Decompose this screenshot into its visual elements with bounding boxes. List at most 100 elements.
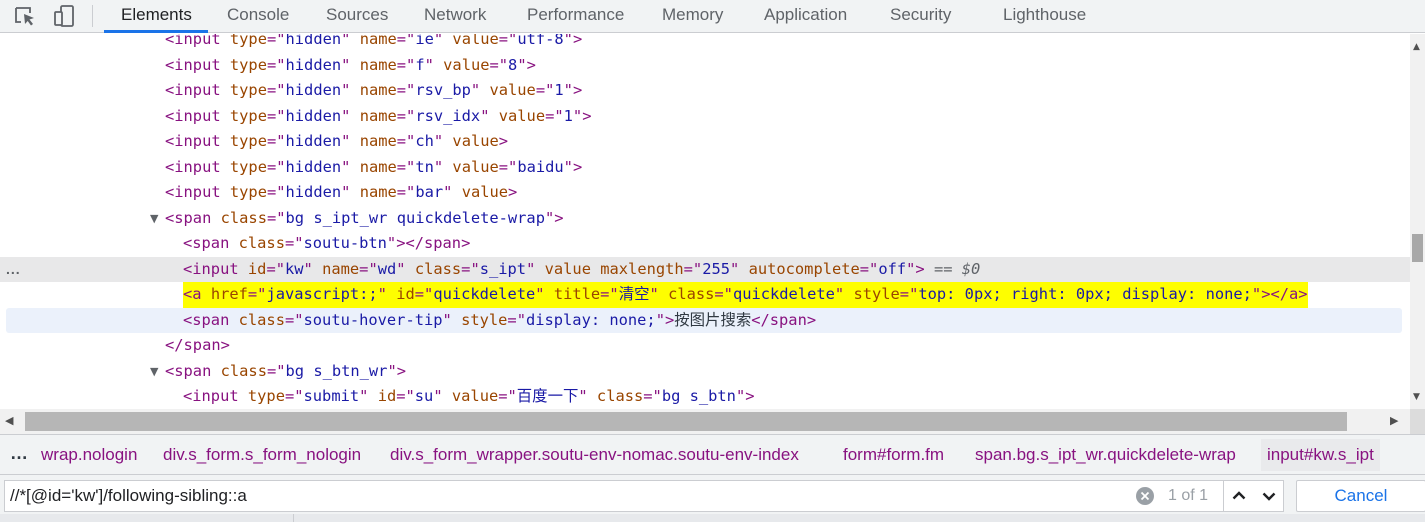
tag-token: <input	[165, 81, 221, 99]
scroll-right-icon[interactable]: ▶	[1390, 414, 1398, 427]
dom-node-row[interactable]: </span>	[0, 333, 1410, 359]
attr-name-token: id	[247, 259, 267, 278]
punct-token: ="	[396, 183, 416, 201]
vertical-scrollbar[interactable]: ▲ ▼	[1410, 34, 1425, 409]
horizontal-scroll-thumb[interactable]	[25, 412, 1347, 431]
attr-name-token: type	[229, 183, 267, 201]
punct-token: ="	[284, 310, 304, 329]
inspect-element-icon[interactable]	[12, 4, 38, 28]
attr-value-token: rsv_bp	[415, 81, 471, 99]
breadcrumb-item[interactable]: div.s_form.s_form_nologin	[163, 445, 361, 465]
dom-node-row[interactable]: <span class="soutu-btn"></span>	[0, 231, 1410, 257]
attr-name-token: class	[596, 387, 644, 405]
expand-triangle-icon[interactable]: ▼	[150, 359, 158, 385]
attr-value-token: javascript:;	[266, 285, 378, 303]
tab-network[interactable]: Network	[424, 0, 486, 33]
attr-value-token: hidden	[285, 132, 342, 150]
tab-sources[interactable]: Sources	[326, 0, 388, 33]
devtools-tab-bar: Elements Console Sources Network Perform…	[0, 0, 1425, 33]
punct-token: "	[341, 34, 351, 48]
breadcrumb-item[interactable]: form#form.fm	[843, 445, 944, 465]
tab-performance[interactable]: Performance	[527, 0, 624, 33]
dom-node-row[interactable]: <input type="hidden" name="f" value="8">	[0, 53, 1410, 79]
attr-value-token: f	[415, 55, 425, 74]
vertical-scroll-thumb[interactable]	[1412, 234, 1423, 262]
chevron-up-icon[interactable]	[1224, 481, 1254, 511]
tab-console[interactable]: Console	[227, 0, 289, 33]
punct-token: "	[563, 34, 573, 48]
toolbar-separator	[92, 5, 93, 27]
device-toolbar-icon[interactable]	[52, 4, 78, 28]
dom-node-row[interactable]: <input type="submit" id="su" value="百度一下…	[0, 384, 1410, 409]
tag-token: <input	[165, 157, 221, 176]
breadcrumb-item[interactable]: div.s_form_wrapper.soutu-env-nomac.soutu…	[390, 445, 799, 465]
dom-node-row[interactable]: ▼ <span class="bg s_ipt_wr quickdelete-wr…	[0, 206, 1410, 232]
attr-name-token: type	[229, 157, 267, 176]
cancel-button[interactable]: Cancel	[1296, 480, 1425, 512]
punct-token: ="	[266, 157, 286, 176]
dom-node-row[interactable]: <input type="hidden" name="ie" value="ut…	[0, 34, 1410, 53]
punct-token: ="	[498, 157, 518, 176]
tab-memory[interactable]: Memory	[662, 0, 723, 33]
punct-token: "	[834, 285, 845, 303]
punct-token: ="	[266, 34, 286, 48]
dom-node-row-highlighted[interactable]: <a href="javascript:;" id="quickdelete" …	[0, 282, 1410, 308]
attr-name-token: class	[238, 310, 285, 329]
dom-node-row[interactable]: <input type="hidden" name="rsv_idx" valu…	[0, 104, 1410, 130]
punct-token: "	[526, 259, 536, 278]
dom-node-markup: <input type="hidden" name="ie" value="ut…	[165, 34, 582, 53]
breadcrumb-item[interactable]: wrap.nologin	[41, 445, 137, 465]
dom-node-row[interactable]: <input type="hidden" name="bar" value>	[0, 180, 1410, 206]
attr-value-token: ie	[415, 34, 434, 48]
dom-node-row[interactable]: <input type="hidden" name="ch" value>	[0, 129, 1410, 155]
dom-node-row[interactable]: <input type="hidden" name="rsv_bp" value…	[0, 78, 1410, 104]
scroll-down-icon[interactable]: ▼	[1413, 392, 1420, 402]
dom-node-row[interactable]: <input type="hidden" name="tn" value="ba…	[0, 155, 1410, 181]
dom-tree[interactable]: <input type="hidden" name="ie" value="ut…	[0, 34, 1410, 409]
expand-triangle-icon[interactable]: ▼	[150, 206, 158, 232]
scroll-up-icon[interactable]: ▲	[1413, 42, 1420, 52]
console-ref-token: $0	[961, 259, 981, 278]
attr-value-token: hidden	[285, 81, 342, 99]
attr-name-token: class	[220, 361, 267, 380]
dom-node-markup: <input type="hidden" name="ch" value>	[165, 129, 508, 155]
attr-value-token: hidden	[285, 183, 342, 201]
punct-token: ="	[266, 106, 286, 125]
tab-security[interactable]: Security	[890, 0, 951, 33]
chevron-down-icon[interactable]	[1254, 481, 1284, 511]
attr-value-token: soutu-hover-tip	[303, 310, 443, 329]
dom-node-markup: <input id="kw" name="wd" class="s_ipt" v…	[183, 257, 980, 283]
attr-value-token: su	[414, 387, 434, 405]
scroll-left-icon[interactable]: ◀	[5, 414, 13, 427]
node-actions-icon[interactable]: ...	[6, 257, 26, 283]
horizontal-scrollbar[interactable]: ◀ ▶	[0, 409, 1410, 434]
tab-application[interactable]: Application	[764, 0, 847, 33]
tag-token: >	[396, 361, 407, 380]
dom-node-row[interactable]: ▼ <span class="bg s_btn_wr">	[0, 359, 1410, 385]
attr-name-token: type	[229, 81, 267, 99]
dom-node-row-selected[interactable]: ... <input id="kw" name="wd" class="s_ipt…	[0, 256, 1410, 283]
attr-value-token: 255	[702, 259, 731, 278]
breadcrumb-item-current[interactable]: input#kw.s_ipt	[1261, 439, 1380, 471]
tab-lighthouse[interactable]: Lighthouse	[1003, 0, 1086, 33]
punct-token: ="	[396, 34, 416, 48]
tag-token: ></a>	[1261, 285, 1308, 303]
breadcrumb-item[interactable]: span.bg.s_ipt_wr.quickdelete-wrap	[975, 445, 1236, 465]
attr-name-token: name	[322, 259, 360, 278]
clear-search-icon[interactable]	[1135, 486, 1155, 506]
attr-name-token: value	[498, 106, 546, 125]
breadcrumb-more-icon[interactable]: …	[10, 443, 29, 464]
tab-elements[interactable]: Elements	[121, 0, 192, 33]
dom-node-row[interactable]: <span class="soutu-hover-tip" style="dis…	[6, 307, 1402, 334]
attr-name-token: value	[443, 55, 490, 74]
dom-node-markup: <span class="soutu-hover-tip" style="dis…	[183, 308, 816, 334]
search-input[interactable]	[10, 483, 1120, 509]
attr-value-token: wd	[377, 259, 397, 278]
